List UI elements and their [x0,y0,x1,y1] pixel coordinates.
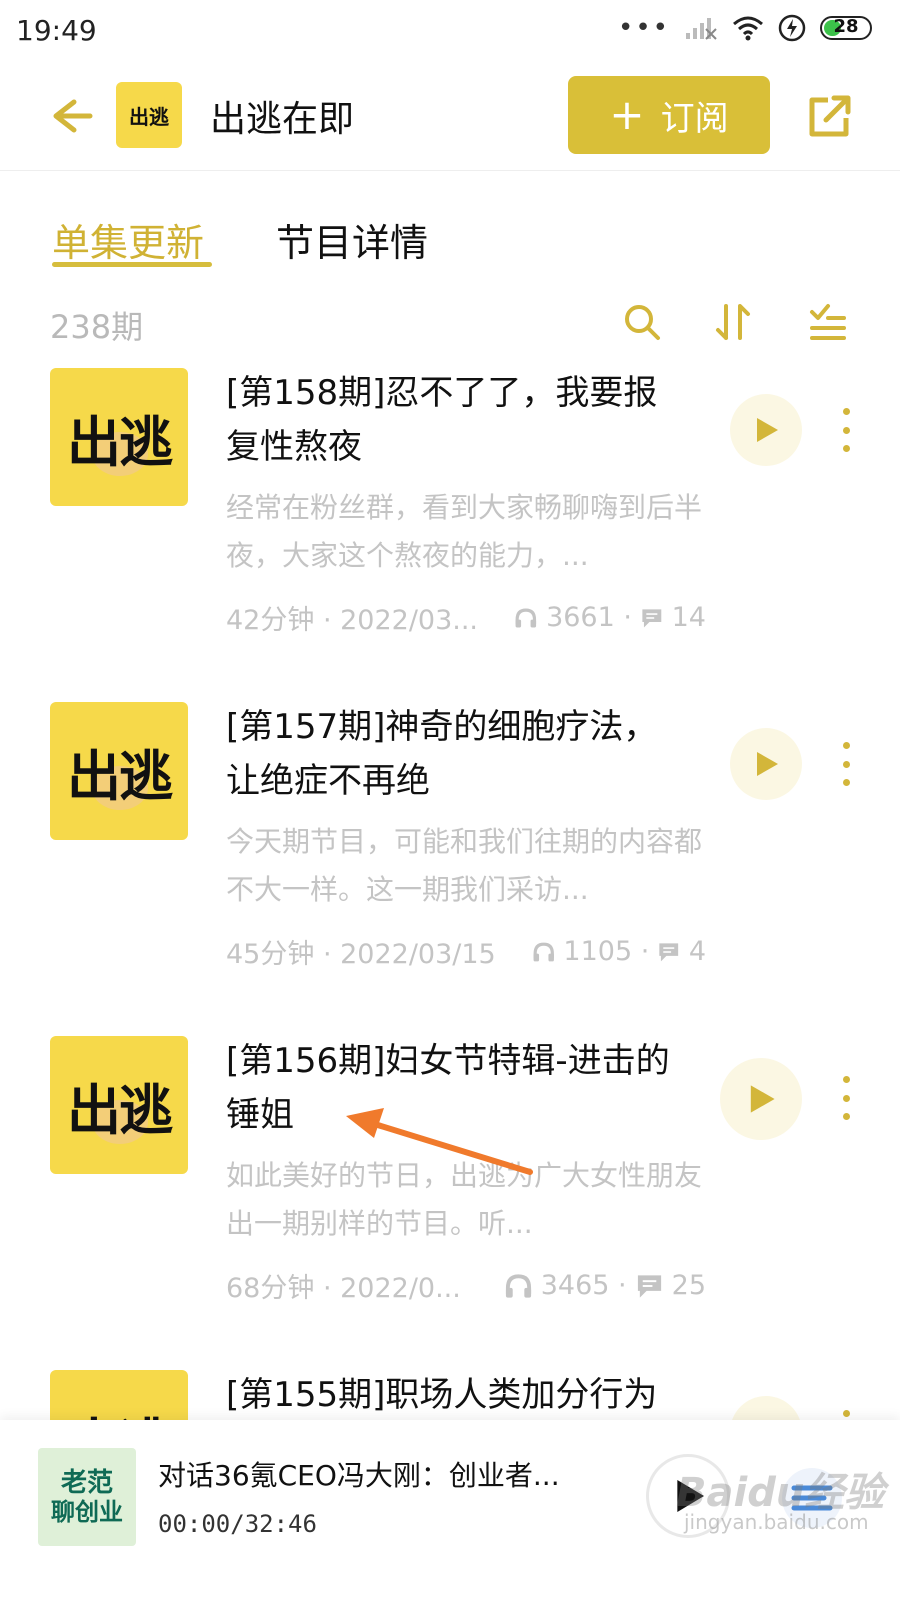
player-cover-line2: 聊创业 [51,1498,123,1526]
comment-icon [637,1274,661,1298]
subscribe-label: 订阅 [660,98,729,139]
more-options-icon[interactable] [836,1076,856,1120]
episode-play-button[interactable] [720,1058,802,1140]
episode-comments: 14 [671,602,706,633]
wifi-icon [733,16,763,41]
signal-icon [686,18,717,40]
episode-title[interactable]: [第155期]职场人类加分行为 [226,1370,686,1420]
episode-duration-date: 68分钟 · 2022/0... [226,1273,461,1304]
more-options-icon[interactable] [836,1410,856,1420]
episode-plays: 3661 [546,602,615,633]
episode-play-button[interactable] [730,1396,802,1420]
episode-item[interactable]: 出逃 [第157期]神奇的细胞疗法，让绝症不再绝 今天期节目，可能和我们往期的内… [0,702,900,1042]
watermark-url: jingyan.baidu.com [684,1510,869,1534]
episode-duration-date: 45分钟 · 2022/03/15 [226,939,496,970]
more-dots-icon: ••• [617,13,670,43]
headphones-icon [533,942,554,961]
player-time: 00:00/32:46 [158,1510,317,1538]
headphones-icon [505,1273,531,1298]
status-icons: ••• 28 [618,14,872,42]
play-icon [757,418,778,442]
plus-icon: + [609,90,645,139]
play-icon [750,1085,775,1113]
episode-item[interactable]: 出逃 [第155期]职场人类加分行为 [0,1370,900,1420]
player-cover-line1: 老范 [60,1468,113,1498]
top-bar: 出逃 出逃在即 + 订阅 [0,62,900,171]
subscribe-button[interactable]: + 订阅 [568,76,770,154]
more-options-icon[interactable] [836,742,856,786]
episode-comments: 25 [671,1270,706,1301]
episode-cover: 出逃 [50,1370,188,1420]
episode-duration-date: 42分钟 · 2022/03... [226,605,479,636]
status-time: 19:49 [16,14,97,47]
episode-cover-text: 出逃 [67,411,173,474]
episode-play-button[interactable] [730,728,802,800]
episode-meta: 68分钟 · 2022/0... 3465 · 25 [226,1266,706,1305]
tab-episodes[interactable]: 单集更新 [52,212,204,267]
episode-title[interactable]: [第156期]妇女节特辑-进击的锤姐 [226,1034,686,1142]
headphones-icon [515,608,537,627]
battery-icon: 28 [820,16,872,40]
player-title[interactable]: 对话36氪CEO冯大刚：创业者... [158,1454,608,1494]
episode-cover: 出逃 [50,1036,188,1174]
episode-comments: 4 [688,936,706,967]
back-arrow-icon[interactable] [44,90,96,142]
episode-cover: 出逃 [50,368,188,506]
episode-description: 如此美好的节日，出逃为广大女性朋友出一期别样的节目。听... [226,1159,703,1240]
active-tab-indicator [52,262,212,267]
more-options-icon[interactable] [836,408,856,452]
episode-title[interactable]: [第157期]神奇的细胞疗法，让绝症不再绝 [226,700,686,808]
player-cover: 老范 聊创业 [38,1448,136,1546]
episode-cover: 出逃 [50,702,188,840]
episode-meta: 42分钟 · 2022/03... 3661 · 14 [226,598,706,637]
comment-icon [659,942,679,961]
podcast-logo: 出逃 [116,82,182,148]
charging-icon [778,14,806,42]
share-icon[interactable] [804,90,856,142]
play-icon [757,752,778,776]
battery-level: 28 [833,16,859,37]
episode-item[interactable]: 出逃 [第158期]忍不了了，我要报复性熬夜 经常在粉丝群，看到大家畅聊嗨到后半… [0,368,900,708]
tab-details[interactable]: 节目详情 [276,212,428,267]
filter-list-icon[interactable] [806,300,850,344]
episode-plays: 1105 [563,936,633,967]
podcast-logo-text: 出逃 [129,104,169,129]
episode-cover-text: 出逃 [58,1400,180,1420]
episode-item[interactable]: 出逃 [第156期]妇女节特辑-进击的锤姐 如此美好的节日，出逃为广大女性朋友出… [0,1036,900,1376]
episode-count: 238期 [50,308,144,346]
episode-description: 经常在粉丝群，看到大家畅聊嗨到后半夜，大家这个熬夜的能力，... [226,491,703,572]
episode-title[interactable]: [第158期]忍不了了，我要报复性熬夜 [226,366,686,474]
episode-meta: 45分钟 · 2022/03/15 1105 · 4 [226,932,706,971]
status-bar: 19:49 ••• 28 [0,0,900,62]
episode-plays: 3465 [540,1270,610,1301]
episode-cover-text: 出逃 [67,745,173,808]
comment-icon [642,608,662,627]
sort-icon[interactable] [712,300,756,344]
episode-cover-text: 出逃 [67,1079,173,1142]
search-icon[interactable] [620,300,664,344]
podcast-title: 出逃在即 [210,99,355,140]
episode-description: 今天期节目，可能和我们往期的内容都不大一样。这一期我们采访... [226,825,703,906]
episode-play-button[interactable] [730,394,802,466]
